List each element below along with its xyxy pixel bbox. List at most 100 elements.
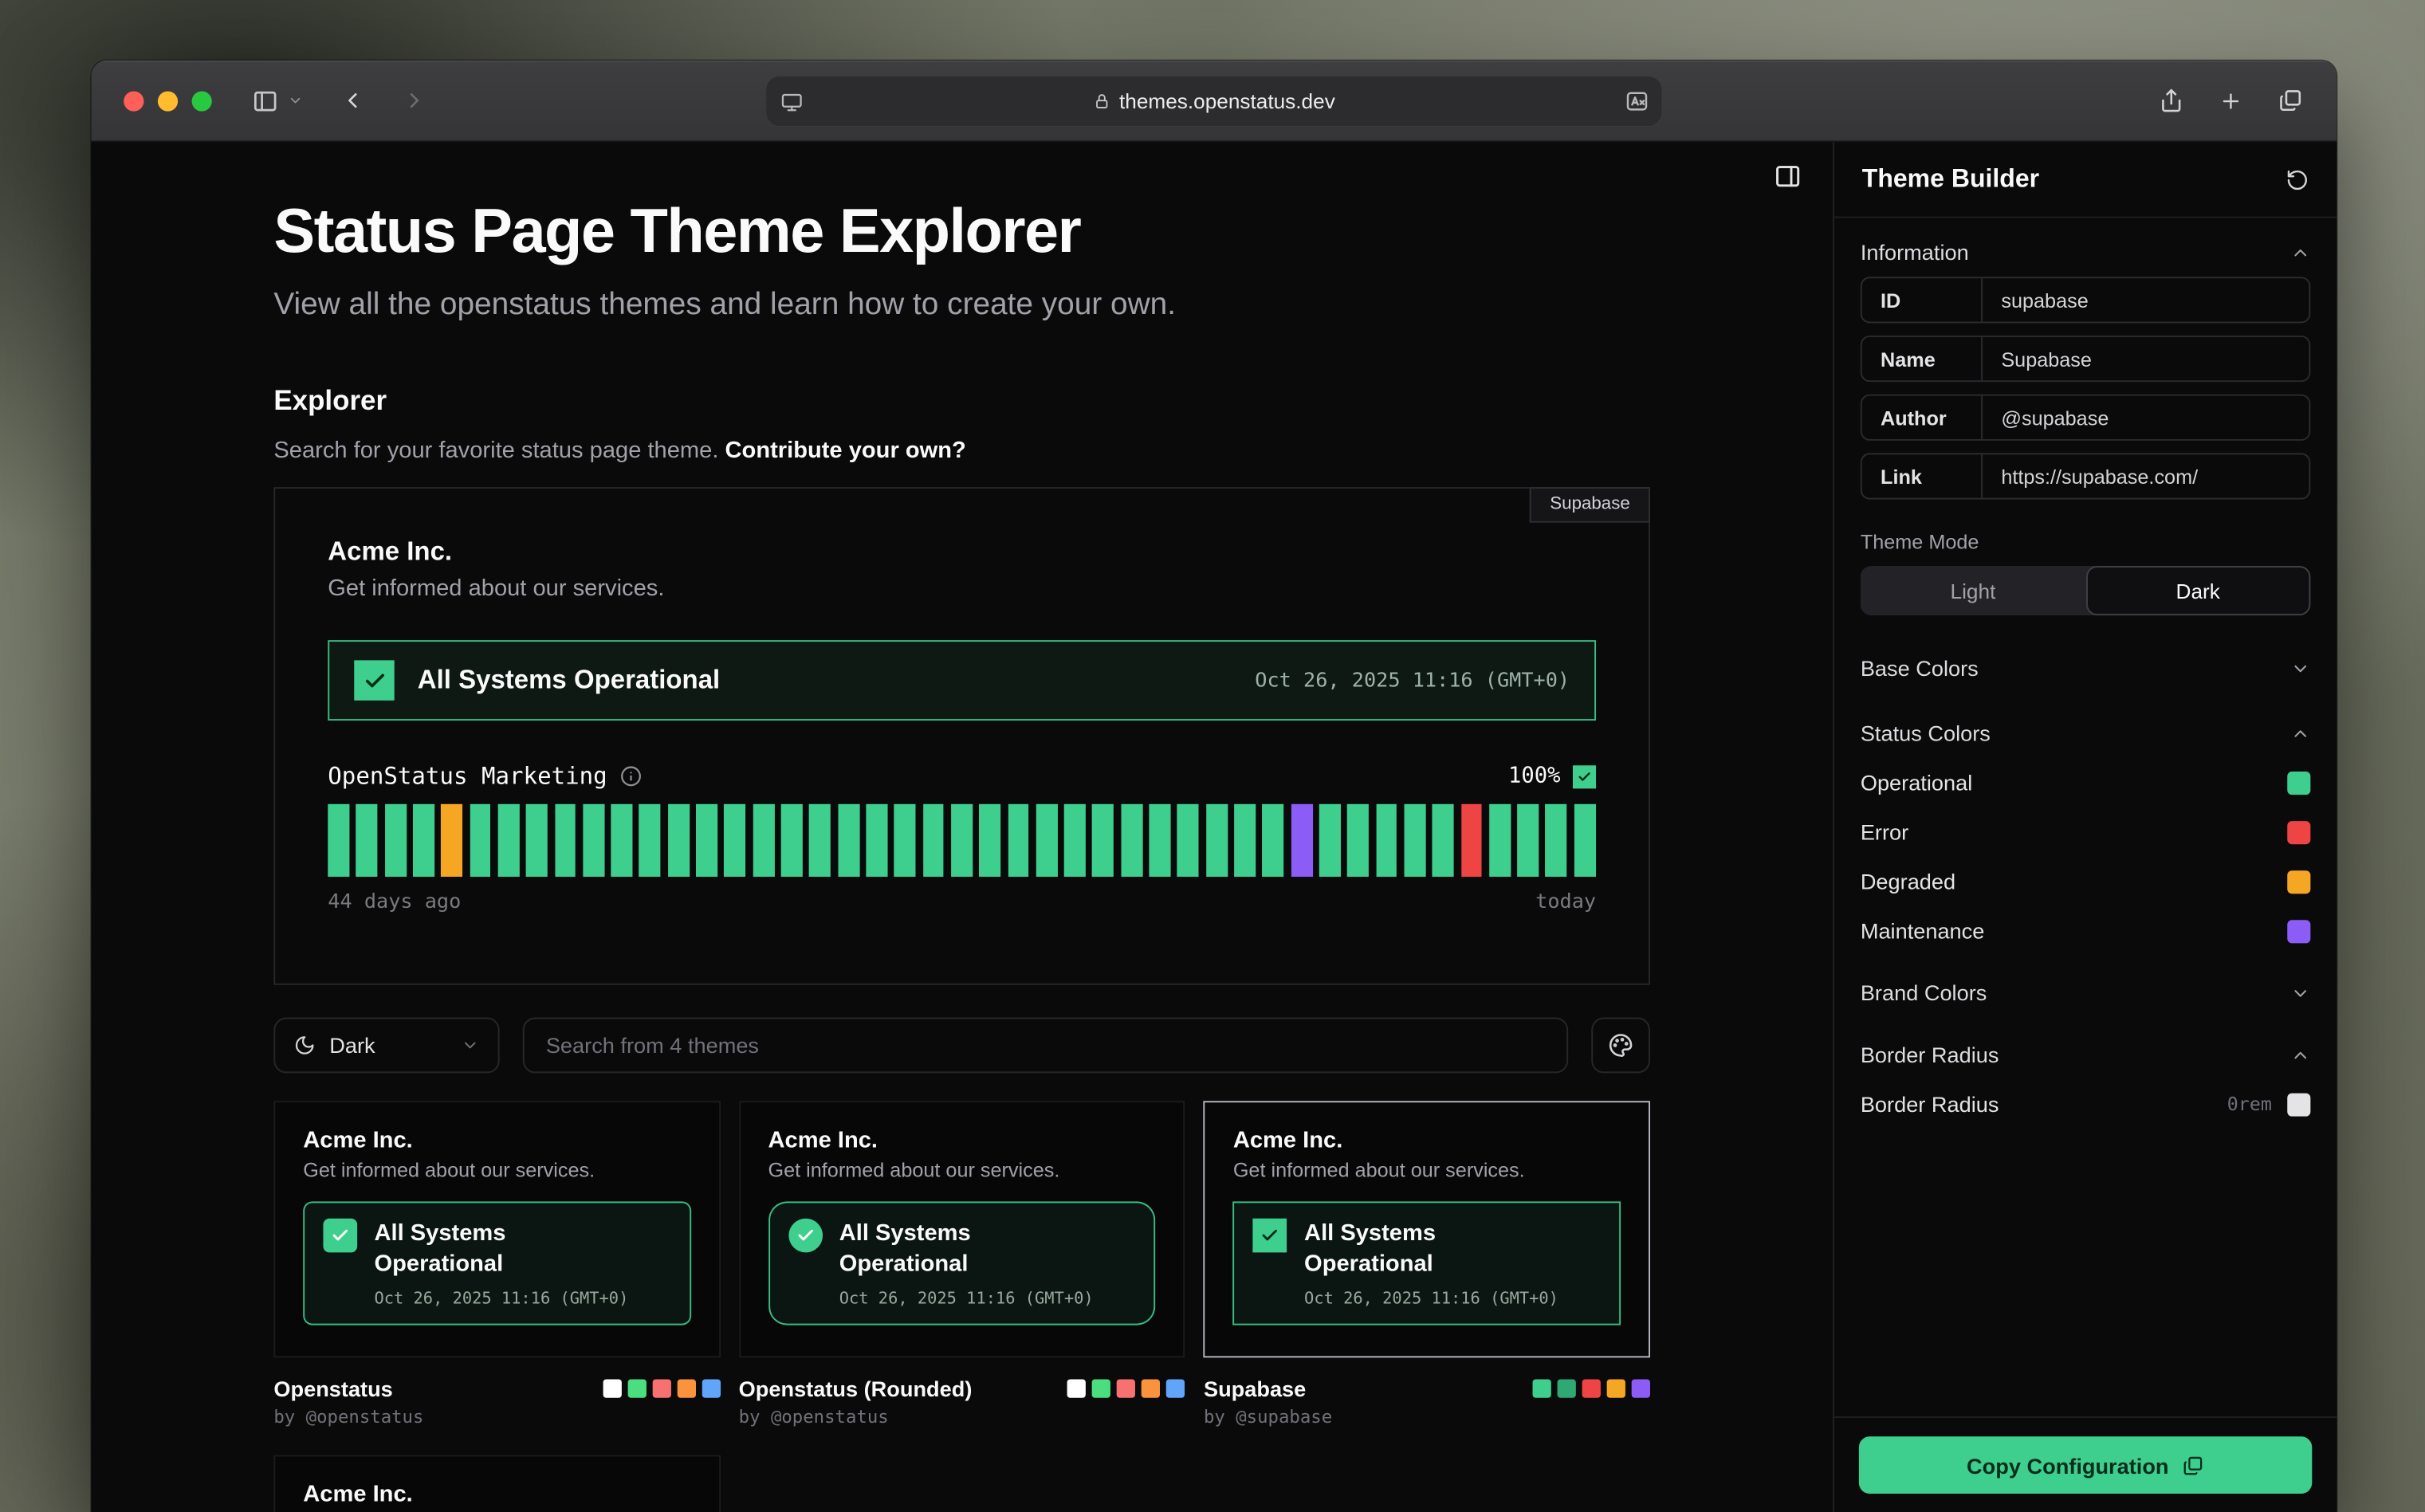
- tracker-bars: [328, 804, 1596, 877]
- monitor-header: OpenStatus Marketing 100%: [328, 762, 1596, 790]
- tracker-bar[interactable]: [894, 804, 916, 877]
- color-swatch-operational[interactable]: [2287, 771, 2310, 794]
- info-value[interactable]: https://supabase.com/: [1983, 454, 2309, 497]
- tab-group-chevron-icon[interactable]: [288, 92, 303, 108]
- tracker-bar[interactable]: [1121, 804, 1142, 877]
- theme-mode-dark[interactable]: Dark: [2085, 566, 2310, 615]
- card-company-tagline: Get informed about our services.: [768, 1158, 1156, 1181]
- tracker-bar[interactable]: [1319, 804, 1341, 877]
- tracker-bar[interactable]: [526, 804, 548, 877]
- tracker-bar[interactable]: [696, 804, 717, 877]
- tab-overview-icon[interactable]: [2278, 88, 2303, 113]
- tracker-bar[interactable]: [753, 804, 774, 877]
- tracker-bar[interactable]: [1546, 804, 1567, 877]
- new-tab-icon[interactable]: [2219, 89, 2242, 112]
- tracker-bar[interactable]: [583, 804, 604, 877]
- theme-mode-label: Theme Mode: [1861, 530, 2311, 553]
- tracker-bar[interactable]: [951, 804, 973, 877]
- desktop-wallpaper: themes.openstatus.dev Status Page Theme …: [0, 0, 2425, 1512]
- tracker-bar[interactable]: [1489, 804, 1511, 877]
- theme-card-supabase[interactable]: Acme Inc. Get informed about our service…: [1204, 1101, 1650, 1357]
- theme-author: by @supabase: [1204, 1405, 1332, 1427]
- theme-mode-light[interactable]: Light: [1861, 566, 2085, 615]
- theme-search-input[interactable]: [523, 1018, 1568, 1074]
- palette-button[interactable]: [1591, 1018, 1650, 1074]
- explorer-description: Search for your favorite status page the…: [273, 438, 1650, 464]
- info-icon[interactable]: [619, 765, 641, 787]
- tracker-bar[interactable]: [668, 804, 690, 877]
- tracker-bar[interactable]: [611, 804, 633, 877]
- section-brand-colors[interactable]: Brand Colors: [1861, 980, 2311, 1005]
- window-controls: [124, 90, 212, 110]
- tracker-bar[interactable]: [922, 804, 944, 877]
- tracker-bar[interactable]: [1092, 804, 1114, 877]
- translate-icon[interactable]: [1625, 90, 1649, 113]
- tracker-bar[interactable]: [441, 804, 462, 877]
- info-label: Name: [1862, 337, 1983, 380]
- tracker-bar[interactable]: [1064, 804, 1086, 877]
- tracker-bar[interactable]: [356, 804, 378, 877]
- theme-swatch: [1117, 1379, 1135, 1397]
- tracker-bar[interactable]: [838, 804, 859, 877]
- tracker-bar[interactable]: [1433, 804, 1454, 877]
- section-status-colors[interactable]: Status Colors: [1861, 721, 2311, 745]
- share-icon[interactable]: [2159, 88, 2183, 113]
- section-border-radius[interactable]: Border Radius: [1861, 1043, 2311, 1067]
- tracker-bar[interactable]: [1376, 804, 1397, 877]
- theme-swatch: [1092, 1379, 1110, 1397]
- theme-card-openstatus[interactable]: Acme Inc. Get informed about our service…: [273, 1101, 720, 1357]
- tracker-bar[interactable]: [979, 804, 1000, 877]
- tracker-bar[interactable]: [725, 804, 746, 877]
- section-information[interactable]: Information: [1861, 240, 2311, 265]
- minimize-window-button[interactable]: [158, 90, 178, 110]
- back-button[interactable]: [340, 88, 365, 113]
- info-value[interactable]: Supabase: [1983, 337, 2309, 380]
- close-window-button[interactable]: [124, 90, 143, 110]
- color-swatch-degraded[interactable]: [2287, 870, 2310, 893]
- tracker-bar[interactable]: [1008, 804, 1029, 877]
- contribute-link[interactable]: Contribute your own?: [725, 438, 966, 464]
- tracker-bar[interactable]: [866, 804, 887, 877]
- reset-icon[interactable]: [2285, 167, 2309, 190]
- theme-mode-dropdown[interactable]: Dark: [273, 1018, 499, 1074]
- theme-swatch: [1533, 1379, 1551, 1397]
- tracker-bar[interactable]: [809, 804, 831, 877]
- tracker-bar[interactable]: [1517, 804, 1539, 877]
- page-settings-icon[interactable]: [781, 90, 803, 112]
- border-radius-input[interactable]: [2287, 1093, 2310, 1116]
- tracker-bar[interactable]: [497, 804, 519, 877]
- tracker-bar[interactable]: [1347, 804, 1369, 877]
- theme-card-openstatus-rounded[interactable]: Acme Inc. Get informed about our service…: [739, 1101, 1185, 1357]
- section-base-colors[interactable]: Base Colors: [1861, 656, 2311, 681]
- card-company-tagline: Get informed about our services.: [1233, 1158, 1621, 1181]
- color-swatch-error[interactable]: [2287, 820, 2310, 843]
- tracker-bar[interactable]: [413, 804, 434, 877]
- info-value[interactable]: @supabase: [1983, 396, 2309, 439]
- tracker-bar[interactable]: [328, 804, 349, 877]
- tracker-bar[interactable]: [1460, 804, 1482, 877]
- tracker-bar[interactable]: [1234, 804, 1256, 877]
- address-bar[interactable]: themes.openstatus.dev: [765, 76, 1662, 127]
- tracker-bar[interactable]: [1574, 804, 1595, 877]
- tracker-bar[interactable]: [1177, 804, 1199, 877]
- tracker-bar[interactable]: [1291, 804, 1312, 877]
- panel-collapse-icon[interactable]: [1774, 163, 1802, 190]
- info-value[interactable]: supabase: [1983, 278, 2309, 321]
- tracker-bar[interactable]: [1206, 804, 1228, 877]
- copy-configuration-button[interactable]: Copy Configuration: [1859, 1436, 2312, 1494]
- forward-button[interactable]: [402, 88, 426, 113]
- tracker-bar[interactable]: [781, 804, 803, 877]
- tracker-bar[interactable]: [384, 804, 406, 877]
- color-swatch-maintenance[interactable]: [2287, 919, 2310, 942]
- tracker-bar[interactable]: [639, 804, 661, 877]
- tracker-bar[interactable]: [470, 804, 491, 877]
- tracker-bar[interactable]: [1404, 804, 1425, 877]
- chevron-down-icon: [2290, 983, 2310, 1003]
- sidebar-toggle-icon[interactable]: [252, 88, 278, 114]
- tracker-bar[interactable]: [1263, 804, 1284, 877]
- zoom-window-button[interactable]: [192, 90, 212, 110]
- tracker-bar[interactable]: [1036, 804, 1057, 877]
- theme-card-partial[interactable]: Acme Inc. Get informed about our service…: [273, 1455, 720, 1512]
- tracker-bar[interactable]: [554, 804, 576, 877]
- tracker-bar[interactable]: [1150, 804, 1171, 877]
